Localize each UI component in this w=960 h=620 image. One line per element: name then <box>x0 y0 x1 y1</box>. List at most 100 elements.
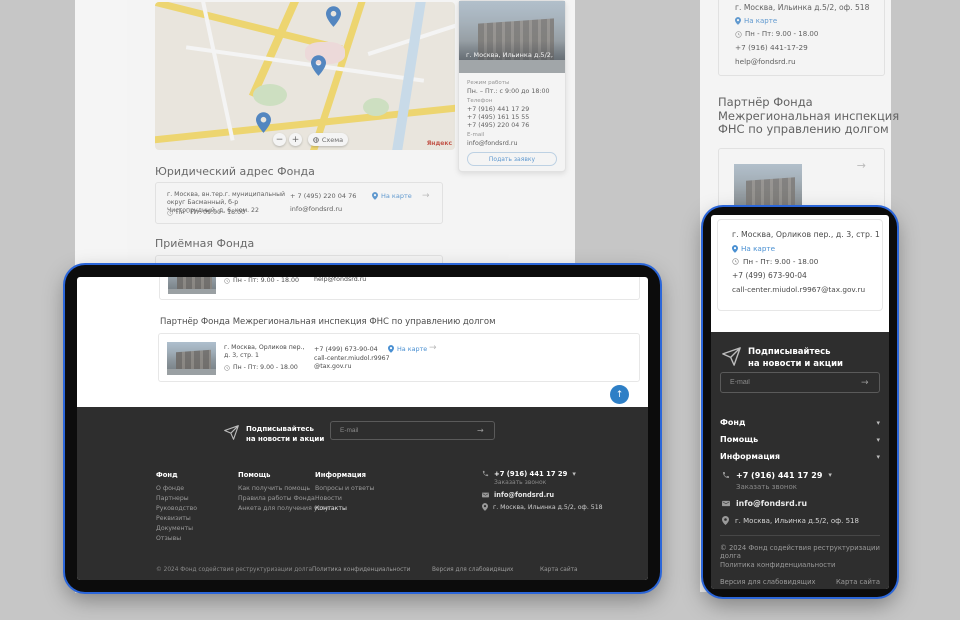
tablet-partner-map-link[interactable]: На карте <box>388 345 427 353</box>
subscribe-submit-arrow[interactable]: → <box>477 426 484 435</box>
map-pin-icon[interactable] <box>256 112 271 133</box>
phone-partner-phone[interactable]: +7 (499) 673-90-04 <box>732 271 807 280</box>
office-phone[interactable]: +7 (495) 161 15 55 <box>467 114 529 121</box>
legal-map-link[interactable]: На карте <box>372 192 412 200</box>
map-park <box>253 84 287 106</box>
footer-accessibility-link[interactable]: Версия для слабовидящих <box>720 578 816 586</box>
footer-link[interactable]: Как получить помощь <box>238 485 310 492</box>
footer-link[interactable]: О фонде <box>156 485 184 492</box>
footer-link[interactable]: Новости <box>315 495 342 502</box>
footer-sitemap-link[interactable]: Карта сайта <box>540 567 578 573</box>
pin-icon <box>388 345 394 353</box>
tablet-partner-email[interactable]: call-center.miudol.r9967@tax.gov.ru <box>314 355 394 370</box>
phone-screen: г. Москва, Орликов пер., д. 3, стр. 1 На… <box>711 215 889 589</box>
mobile-bg-map-link[interactable]: На карте <box>735 17 777 25</box>
footer-email[interactable]: info@fondsrd.ru <box>494 491 554 499</box>
phone-contact-card: г. Москва, Орликов пер., д. 3, стр. 1 На… <box>717 219 883 311</box>
footer-link[interactable]: Вопросы и ответы <box>315 485 374 492</box>
footer-email[interactable]: info@fondsrd.ru <box>736 499 807 508</box>
footer-phone[interactable]: +7 (916) 441 17 29 <box>736 471 822 480</box>
chevron-down-icon: ▾ <box>572 470 576 478</box>
envelope-icon <box>482 492 489 498</box>
footer-email-row[interactable]: info@fondsrd.ru <box>722 499 807 508</box>
clock-icon <box>735 31 742 38</box>
footer-sitemap-link[interactable]: Карта сайта <box>836 578 880 586</box>
map-layer-button[interactable]: Схема <box>308 133 348 146</box>
phone-map-link[interactable]: На карте <box>732 244 775 253</box>
mobile-bg-email[interactable]: help@fondsrd.ru <box>735 57 796 66</box>
footer-accessibility-link[interactable]: Версия для слабовидящих <box>432 567 513 573</box>
accordion-item-info[interactable]: Информация ▾ <box>720 452 880 461</box>
mobile-bg-hours: Пн - Пт: 9.00 - 18.00 <box>745 30 818 38</box>
phone-partner-address: г. Москва, Орликов пер., д. 3, стр. 1 <box>732 230 880 239</box>
responsive-preview-stage: − + Схема Яндекс г. Москва, Ильинка д.5/… <box>0 0 960 620</box>
card-arrow-icon[interactable]: → <box>422 191 430 201</box>
clock-icon <box>224 365 230 371</box>
submit-request-button[interactable]: Подать заявку <box>467 152 557 166</box>
footer-link[interactable]: Отзывы <box>156 535 181 542</box>
card-arrow-icon[interactable]: → <box>857 159 866 172</box>
footer-address: г. Москва, Ильинка д.5/2, оф. 518 <box>735 517 859 525</box>
phone-footer: Подписывайтесь на новости и акции → Фонд… <box>711 332 889 589</box>
tablet-screen: Пн - Пт: 9.00 - 18.00 help@fondsrd.ru Па… <box>77 277 648 580</box>
subscribe-submit-arrow[interactable]: → <box>861 378 869 388</box>
map-park <box>363 98 389 116</box>
subscribe-email-input[interactable] <box>330 421 495 440</box>
office-phones-label: Телефон <box>467 98 492 104</box>
footer-privacy-link[interactable]: Политика конфиденциальности <box>720 561 835 569</box>
subscribe-email-input[interactable] <box>720 372 880 393</box>
footer-link[interactable]: Правила работы Фонда <box>238 495 315 502</box>
legal-phone[interactable]: + 7 (495) 220 04 76 <box>290 192 356 200</box>
footer-callback-link[interactable]: Заказать звонок <box>736 483 797 491</box>
footer-email-row[interactable]: info@fondsrd.ru <box>482 491 554 499</box>
tablet-partner-address: г. Москва, Орликов пер., д. 3, стр. 1 <box>224 344 312 360</box>
tablet-reception-hours: Пн - Пт: 9.00 - 18.00 <box>233 277 299 284</box>
map-pin-icon[interactable] <box>326 6 341 27</box>
footer-link[interactable]: Партнеры <box>156 495 189 502</box>
tablet-partner-phone[interactable]: +7 (499) 673-90-04 <box>314 345 378 353</box>
pin-icon <box>722 516 729 525</box>
footer-link[interactable]: Реквизиты <box>156 515 191 522</box>
footer-callback-link[interactable]: Заказать звонок <box>494 479 546 486</box>
office-email-label: E-mail <box>467 132 484 138</box>
footer-link[interactable]: Руководство <box>156 505 197 512</box>
tablet-reception-card: Пн - Пт: 9.00 - 18.00 help@fondsrd.ru <box>159 277 640 300</box>
mobile-bg-phone[interactable]: +7 (916) 441-17-29 <box>735 43 808 52</box>
card-arrow-icon[interactable]: → <box>429 343 437 353</box>
office-phone[interactable]: +7 (916) 441 17 29 <box>467 106 529 113</box>
footer-phone-row[interactable]: +7 (916) 441 17 29 ▾ <box>722 471 832 480</box>
globe-icon <box>313 137 319 143</box>
footer-column-title: Помощь <box>238 471 270 479</box>
footer-address: г. Москва, Ильинка д.5/2, оф. 518 <box>493 504 603 511</box>
map-zoom-in-button[interactable]: + <box>289 133 302 146</box>
clock-icon <box>224 278 230 284</box>
footer-link[interactable]: Контакты <box>315 505 347 512</box>
chevron-down-icon: ▾ <box>828 471 832 479</box>
accordion-item-fond[interactable]: Фонд ▾ <box>720 418 880 427</box>
contacts-map[interactable]: − + Схема Яндекс <box>155 2 455 150</box>
phone-partner-email[interactable]: call-center.miudol.r9967@tax.gov.ru <box>732 285 865 294</box>
map-pin-icon[interactable] <box>311 55 326 76</box>
footer-phone[interactable]: +7 (916) 441 17 29 <box>494 470 567 478</box>
scroll-to-top-button[interactable]: ↑ <box>610 385 629 404</box>
footer-copyright: © 2024 Фонд содействия реструктуризации … <box>720 544 889 560</box>
legal-email[interactable]: info@fondsrd.ru <box>290 205 342 213</box>
office-phone[interactable]: +7 (495) 220 04 76 <box>467 122 529 129</box>
tablet-reception-email[interactable]: help@fondsrd.ru <box>314 277 366 283</box>
phone-device-frame: г. Москва, Орликов пер., д. 3, стр. 1 На… <box>703 207 897 597</box>
map-zoom-out-button[interactable]: − <box>273 133 286 146</box>
accordion-item-help[interactable]: Помощь ▾ <box>720 435 880 444</box>
clock-icon <box>167 210 173 216</box>
chevron-down-icon: ▾ <box>876 436 880 444</box>
paper-plane-icon <box>223 425 240 440</box>
footer-privacy-link[interactable]: Политика конфиденциальности <box>312 567 410 573</box>
tablet-partner-card: г. Москва, Орликов пер., д. 3, стр. 1 Пн… <box>158 333 640 382</box>
office-email[interactable]: info@fondsrd.ru <box>467 140 518 147</box>
tablet-reception-hours-row: Пн - Пт: 9.00 - 18.00 <box>224 277 299 284</box>
footer-link[interactable]: Документы <box>156 525 193 532</box>
footer-phone-row[interactable]: +7 (916) 441 17 29 ▾ <box>482 470 576 478</box>
clock-icon <box>732 258 739 265</box>
office-photo-caption: г. Москва, Ильинка д.5/2, оф. 518 <box>459 41 565 73</box>
map-attribution: Яндекс <box>427 140 452 147</box>
footer-column-title: Информация <box>315 471 366 479</box>
